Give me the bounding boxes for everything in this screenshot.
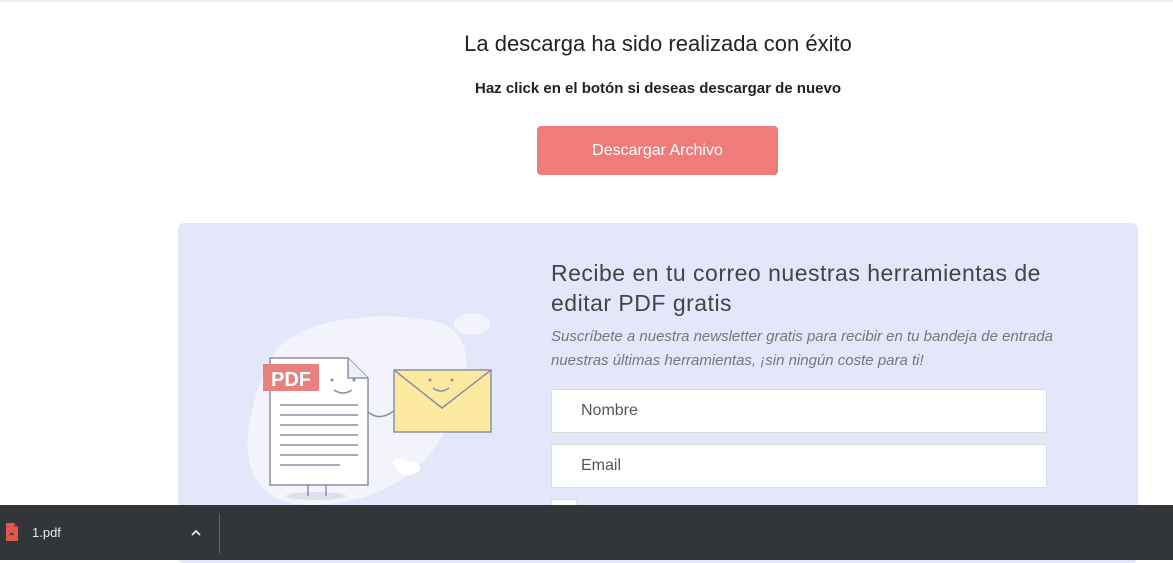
- envelope-icon: [393, 369, 492, 433]
- chevron-up-icon[interactable]: [188, 525, 204, 541]
- cloud: [393, 458, 407, 468]
- email-field[interactable]: [551, 444, 1047, 488]
- download-file-name: 1.pdf: [32, 525, 61, 540]
- download-bar-divider: [219, 513, 220, 553]
- name-field[interactable]: [551, 389, 1047, 433]
- newsletter-title: Recibe en tu correo nuestras herramienta…: [551, 260, 1041, 316]
- pdf-label: PDF: [271, 369, 311, 391]
- download-bar: 1.pdf: [0, 505, 1173, 560]
- newsletter-illustration: PDF: [247, 313, 492, 505]
- pdf-file-icon: [6, 523, 18, 541]
- newsletter-description: Suscríbete a nuestra newsletter gratis p…: [551, 328, 1053, 369]
- download-file-button[interactable]: Descargar Archivo: [537, 126, 778, 175]
- page-subtitle: Haz click en el botón si deseas descarga…: [475, 80, 841, 97]
- download-item[interactable]: 1.pdf: [0, 505, 219, 560]
- page-title: La descarga ha sido realizada con éxito: [464, 31, 852, 56]
- doc-shadow: [286, 492, 346, 500]
- cloud: [454, 313, 490, 335]
- top-shadow: [0, 0, 1173, 3]
